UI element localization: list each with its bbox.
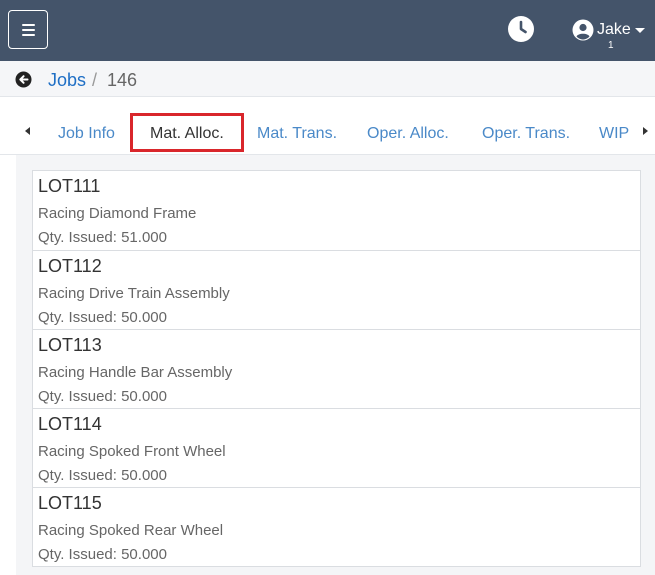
qty-issued: Qty. Issued: 50.000 [38,388,167,405]
item-description: Racing Spoked Front Wheel [38,443,226,460]
lot-number: LOT113 [38,335,102,355]
tab-oper-trans[interactable]: Oper. Trans. [482,124,570,144]
list-item[interactable]: LOT114 Racing Spoked Front Wheel Qty. Is… [32,408,641,488]
lot-number: LOT115 [38,493,102,513]
tab-bar: Job Info Mat. Alloc. Mat. Trans. Oper. A… [0,97,655,155]
item-description: Racing Drive Train Assembly [38,285,230,302]
qty-issued: Qty. Issued: 50.000 [38,546,167,563]
qty-issued: Qty. Issued: 50.000 [38,309,167,326]
breadcrumb-jobs-link[interactable]: Jobs [48,69,86,91]
arrow-left-circle-icon[interactable] [15,71,32,88]
scroll-left-icon[interactable] [25,127,30,135]
user-badge: 1 [608,40,614,51]
lot-number: LOT112 [38,256,102,276]
list-item[interactable]: LOT115 Racing Spoked Rear Wheel Qty. Iss… [32,487,641,567]
lot-number: LOT114 [38,414,102,434]
breadcrumb-current: 146 [107,70,138,90]
item-description: Racing Handle Bar Assembly [38,364,233,381]
breadcrumb: Jobs / 146 [0,61,655,97]
clock-icon[interactable] [507,15,535,43]
scroll-right-icon[interactable] [643,127,648,135]
top-navbar: Jake 1 [0,0,655,61]
tab-oper-alloc[interactable]: Oper. Alloc. [367,124,449,144]
material-list: LOT111 Racing Diamond Frame Qty. Issued:… [32,170,641,567]
caret-down-icon[interactable] [635,28,645,33]
material-list-panel: LOT111 Racing Diamond Frame Qty. Issued:… [16,155,655,575]
tab-wip[interactable]: WIP [599,124,629,144]
tab-job-info[interactable]: Job Info [58,124,115,144]
list-item[interactable]: LOT113 Racing Handle Bar Assembly Qty. I… [32,329,641,409]
item-description: Racing Spoked Rear Wheel [38,522,224,539]
list-item[interactable]: LOT111 Racing Diamond Frame Qty. Issued:… [32,170,641,251]
user-menu-name[interactable]: Jake [597,20,631,40]
list-item[interactable]: LOT112 Racing Drive Train Assembly Qty. … [32,250,641,330]
tab-mat-alloc[interactable]: Mat. Alloc. [130,113,244,152]
breadcrumb-separator: / [92,70,98,90]
qty-issued: Qty. Issued: 51.000 [38,229,167,246]
item-description: Racing Diamond Frame [38,205,197,222]
qty-issued: Qty. Issued: 50.000 [38,467,167,484]
tab-mat-trans[interactable]: Mat. Trans. [257,124,337,144]
menu-button[interactable] [8,10,48,49]
user-circle-icon[interactable] [572,19,594,41]
lot-number: LOT111 [38,176,101,196]
